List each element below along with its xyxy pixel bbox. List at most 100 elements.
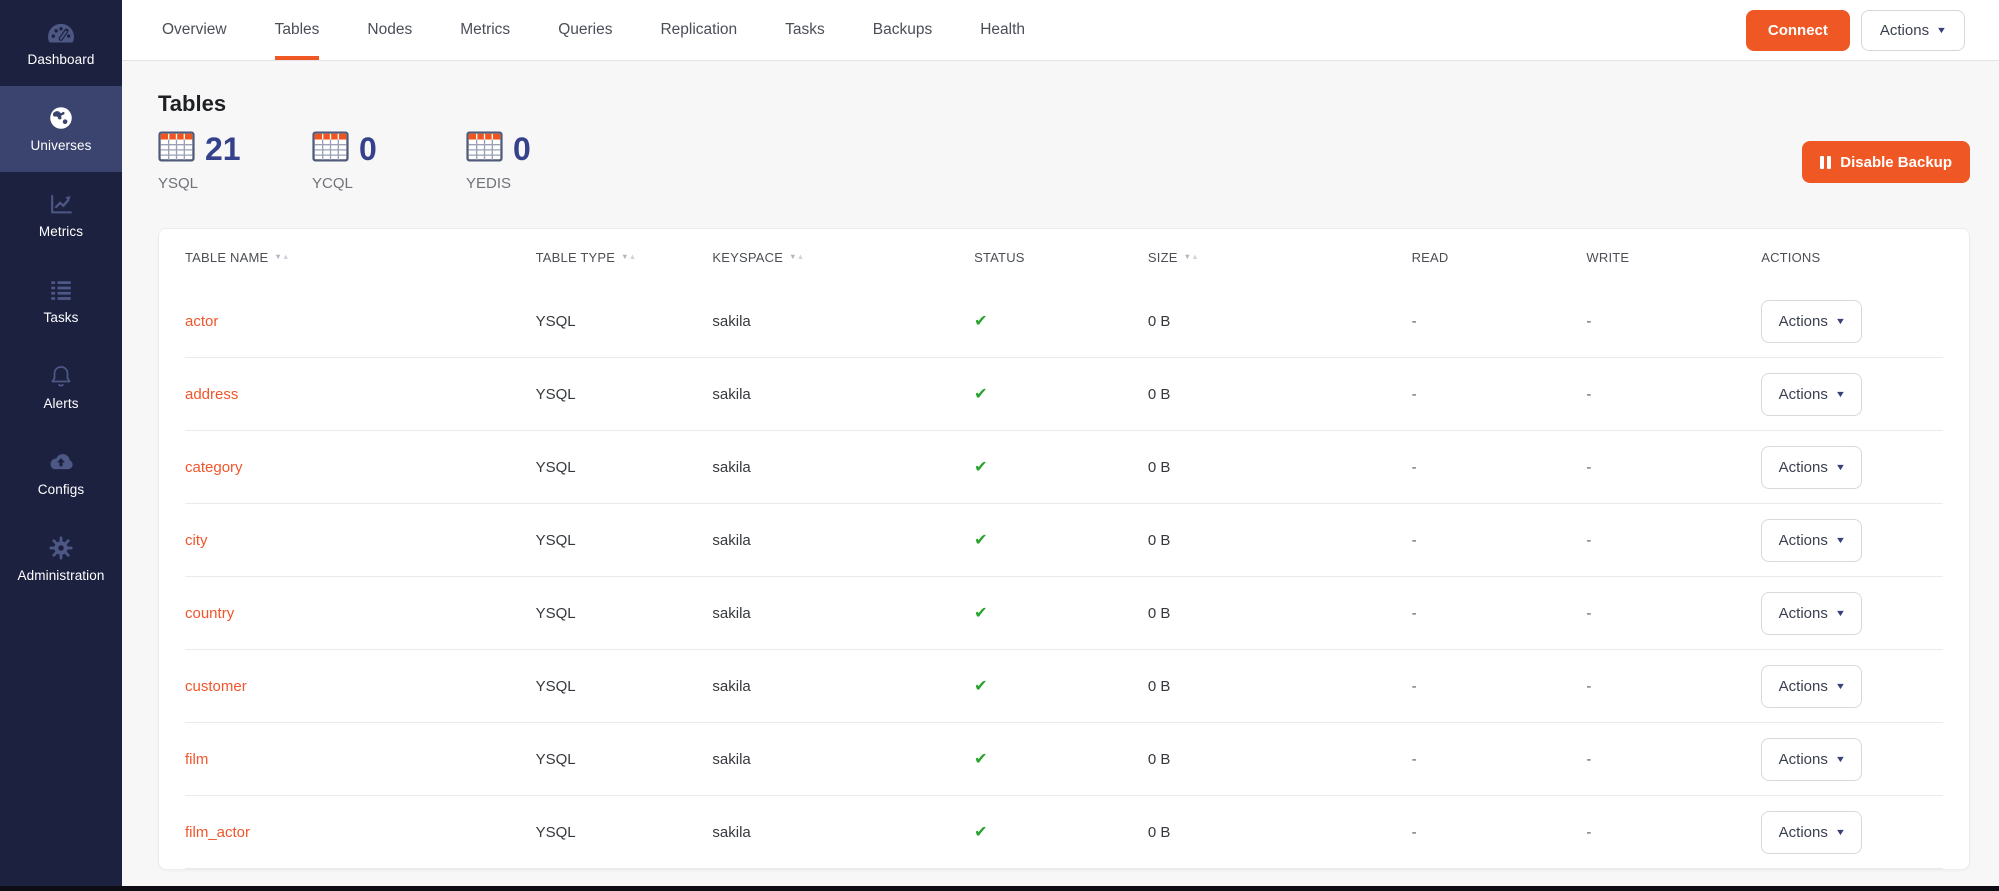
row-actions-button[interactable]: Actions▼ <box>1761 446 1862 489</box>
table-count-value: 21 <box>205 133 241 165</box>
table-count-stats: 21YSQL 0 YCQL0YEDIS <box>158 129 620 192</box>
table-grid-icon <box>312 131 349 167</box>
table-count-ysql: 21YSQL <box>158 129 312 192</box>
row-actions-button[interactable]: Actions▼ <box>1761 738 1862 781</box>
column-header-table-type[interactable]: TABLE TYPE▼▲ <box>536 250 713 265</box>
table-type-cell: YSQL <box>536 605 713 622</box>
sidebar-item-label: Alerts <box>43 396 78 411</box>
table-header-row: TABLE NAME▼▲TABLE TYPE▼▲KEYSPACE▼▲STATUS… <box>185 229 1943 285</box>
column-header-table-name[interactable]: TABLE NAME▼▲ <box>185 250 536 265</box>
main-column: OverviewTablesNodesMetricsQueriesReplica… <box>122 0 1999 891</box>
cloud-upload-icon <box>47 449 75 475</box>
sidebar-item-label: Configs <box>38 482 84 497</box>
row-actions-button[interactable]: Actions▼ <box>1761 811 1862 854</box>
row-actions-button[interactable]: Actions▼ <box>1761 665 1862 708</box>
table-count-value: 0 <box>359 133 377 165</box>
table-row: customerYSQLsakila✔0 B--Actions▼ <box>185 650 1943 723</box>
table-type-cell: YSQL <box>536 751 713 768</box>
table-count-ycql: 0 YCQL <box>312 129 466 192</box>
tables-summary: Tables 21YSQL 0 YCQL0YEDIS <box>158 85 620 192</box>
tab-tables[interactable]: Tables <box>251 0 344 60</box>
tab-nodes[interactable]: Nodes <box>343 0 436 60</box>
sidebar-item-tasks[interactable]: Tasks <box>0 258 122 344</box>
column-header-size[interactable]: SIZE▼▲ <box>1148 250 1412 265</box>
tab-queries[interactable]: Queries <box>534 0 636 60</box>
table-body: actorYSQLsakila✔0 B--Actions▼addressYSQL… <box>185 285 1943 869</box>
table-name-link[interactable]: category <box>185 459 536 476</box>
write-cell: - <box>1586 532 1761 549</box>
tables-page: Tables 21YSQL0YCQL0YEDIS Disable Backup … <box>122 61 1999 891</box>
column-header-read: READ <box>1412 250 1587 265</box>
chevron-down-icon: ▼ <box>1835 827 1846 837</box>
sidebar-item-configs[interactable]: Configs <box>0 430 122 516</box>
row-actions-button[interactable]: Actions▼ <box>1761 592 1862 635</box>
row-actions-button[interactable]: Actions▼ <box>1761 519 1862 562</box>
sidebar-item-label: Universes <box>31 138 92 153</box>
universe-actions-label: Actions <box>1880 22 1929 39</box>
sidebar-item-label: Administration <box>18 568 105 583</box>
tab-tasks[interactable]: Tasks <box>761 0 849 60</box>
tab-health[interactable]: Health <box>956 0 1049 60</box>
table-name-link[interactable]: film <box>185 751 536 768</box>
sort-arrows-icon: ▼▲ <box>1184 253 1199 261</box>
sidebar: Dashboard Universes Metrics Tasks Alerts Conf… <box>0 0 122 891</box>
write-cell: - <box>1586 459 1761 476</box>
sidebar-item-label: Metrics <box>39 224 83 239</box>
connect-button[interactable]: Connect <box>1746 10 1850 51</box>
status-success-icon: ✔ <box>974 457 1148 477</box>
chevron-down-icon: ▼ <box>1835 462 1846 472</box>
sidebar-item-administration[interactable]: Administration <box>0 516 122 602</box>
table-count-yedis: 0YEDIS <box>466 129 620 192</box>
table-count-label: YCQL <box>312 175 466 192</box>
sidebar-item-metrics[interactable]: Metrics <box>0 172 122 258</box>
universe-tabs: OverviewTablesNodesMetricsQueriesReplica… <box>138 0 1049 60</box>
size-cell: 0 B <box>1148 313 1412 330</box>
column-header-keyspace[interactable]: KEYSPACE▼▲ <box>712 250 974 265</box>
sidebar-item-dashboard[interactable]: Dashboard <box>0 0 122 86</box>
tables-card: TABLE NAME▼▲TABLE TYPE▼▲KEYSPACE▼▲STATUS… <box>158 228 1970 870</box>
table-type-cell: YSQL <box>536 459 713 476</box>
table-name-link[interactable]: film_actor <box>185 824 536 841</box>
table-type-cell: YSQL <box>536 313 713 330</box>
table-name-link[interactable]: address <box>185 386 536 403</box>
table-row: categoryYSQLsakila✔0 B--Actions▼ <box>185 431 1943 504</box>
keyspace-cell: sakila <box>712 605 974 622</box>
write-cell: - <box>1586 313 1761 330</box>
list-icon <box>48 277 74 303</box>
read-cell: - <box>1412 386 1587 403</box>
write-cell: - <box>1586 605 1761 622</box>
table-name-link[interactable]: customer <box>185 678 536 695</box>
table-row: filmYSQLsakila✔0 B--Actions▼ <box>185 723 1943 796</box>
chevron-down-icon: ▼ <box>1835 535 1846 545</box>
sidebar-item-alerts[interactable]: Alerts <box>0 344 122 430</box>
table-name-link[interactable]: actor <box>185 313 536 330</box>
status-success-icon: ✔ <box>974 384 1148 404</box>
table-type-cell: YSQL <box>536 532 713 549</box>
tab-replication[interactable]: Replication <box>636 0 761 60</box>
status-success-icon: ✔ <box>974 749 1148 769</box>
bell-icon <box>48 363 74 389</box>
read-cell: - <box>1412 605 1587 622</box>
sort-arrows-icon: ▼▲ <box>621 253 636 261</box>
table-row: cityYSQLsakila✔0 B--Actions▼ <box>185 504 1943 577</box>
row-actions-button[interactable]: Actions▼ <box>1761 373 1862 416</box>
tab-backups[interactable]: Backups <box>849 0 956 60</box>
table-name-link[interactable]: city <box>185 532 536 549</box>
tab-overview[interactable]: Overview <box>138 0 251 60</box>
table-row: countryYSQLsakila✔0 B--Actions▼ <box>185 577 1943 650</box>
row-actions-button[interactable]: Actions▼ <box>1761 300 1862 343</box>
table-grid-icon <box>466 131 503 167</box>
size-cell: 0 B <box>1148 386 1412 403</box>
status-success-icon: ✔ <box>974 311 1148 331</box>
page-title: Tables <box>158 91 620 117</box>
table-name-link[interactable]: country <box>185 605 536 622</box>
chevron-down-icon: ▼ <box>1835 681 1846 691</box>
chevron-down-icon: ▼ <box>1835 608 1846 618</box>
size-cell: 0 B <box>1148 678 1412 695</box>
sidebar-item-universes[interactable]: Universes <box>0 86 122 172</box>
read-cell: - <box>1412 678 1587 695</box>
disable-backup-button[interactable]: Disable Backup <box>1802 141 1970 183</box>
universe-actions-button[interactable]: Actions ▼ <box>1861 10 1965 51</box>
column-header-status: STATUS <box>974 250 1148 265</box>
tab-metrics[interactable]: Metrics <box>436 0 534 60</box>
